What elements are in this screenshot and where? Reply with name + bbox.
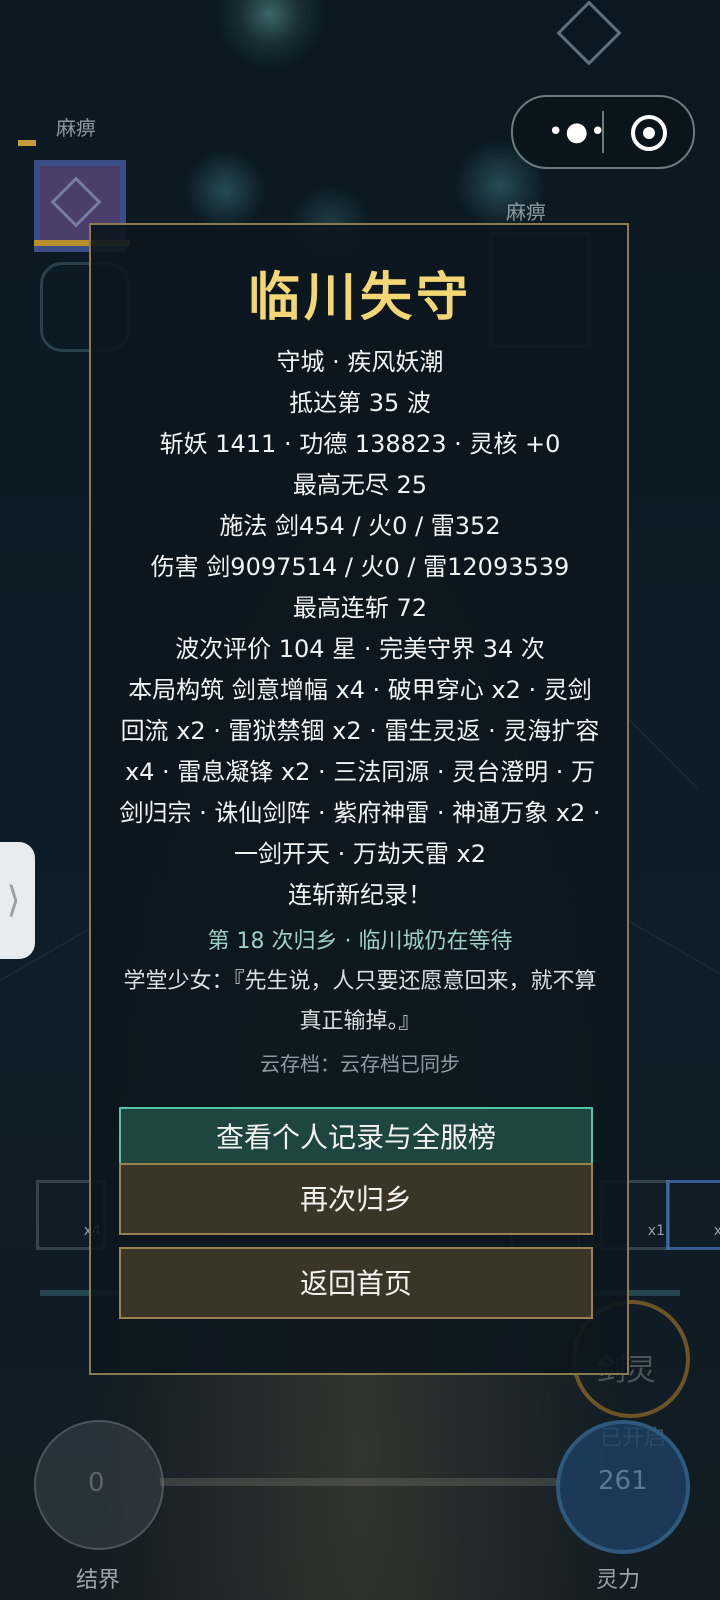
- status-label-paralysis: 麻痹: [506, 200, 546, 224]
- retry-button[interactable]: 再次归乡: [119, 1163, 593, 1235]
- npc-quote: 学堂少女：『先生说，人只要还愿意回来，就不算真正输掉。』: [123, 969, 597, 1034]
- build-line: 本局构筑 剑意增幅 x4 · 破甲穿心 x2 · 灵剑回流 x2 · 雷狱禁锢 …: [119, 676, 601, 868]
- capsule-divider: [602, 111, 604, 153]
- barrier-value: 0: [88, 1468, 105, 1498]
- side-drawer-handle[interactable]: ⟩: [0, 842, 35, 959]
- home-button[interactable]: 返回首页: [119, 1247, 593, 1319]
- result-stats: 守城 · 疾风妖潮 抵达第 35 波 斩妖 1411 · 功德 138823 ·…: [118, 342, 602, 1084]
- cloud-save-status: 云存档：云存档已同步: [260, 1052, 460, 1076]
- status-label-paralysis: 麻痹: [56, 116, 96, 140]
- skill-slot[interactable]: x1: [666, 1180, 720, 1250]
- spirit-value: 261: [598, 1466, 648, 1496]
- close-target-icon[interactable]: [631, 115, 667, 151]
- barrier-label: 结界: [76, 1568, 121, 1593]
- casts-line: 施法 剑454 / 火0 / 雷352: [219, 512, 501, 540]
- wave-line: 抵达第 35 波: [289, 389, 431, 417]
- enemy-diamond-icon: [50, 176, 102, 228]
- more-icon[interactable]: •●•: [548, 119, 607, 145]
- endless-best-line: 最高无尽 25: [292, 471, 428, 499]
- mode-line: 守城 · 疾风妖潮: [276, 348, 444, 376]
- wave-rating-line: 波次评价 104 星 · 完美守界 34 次: [175, 635, 545, 663]
- spirit-label: 灵力: [596, 1568, 641, 1593]
- damage-line: 伤害 剑9097514 / 火0 / 雷12093539: [150, 553, 570, 581]
- miniprogram-capsule: •●•: [511, 95, 695, 169]
- max-combo-line: 最高连斩 72: [292, 594, 428, 622]
- kills-line: 斩妖 1411 · 功德 138823 · 灵核 +0: [159, 430, 561, 458]
- result-title: 临川失守: [247, 268, 472, 328]
- energy-bar: [160, 1478, 560, 1486]
- chevron-right-icon: ⟩: [6, 880, 21, 921]
- enemy-hp-bar: [18, 140, 36, 146]
- new-record-line: 连斩新纪录！: [288, 881, 432, 909]
- slot-count: x1: [647, 1223, 665, 1239]
- return-count-line: 第 18 次归乡 · 临川城仍在等待: [207, 929, 513, 954]
- slot-count: x1: [713, 1223, 720, 1239]
- view-records-button[interactable]: 查看个人记录与全服榜: [119, 1107, 593, 1167]
